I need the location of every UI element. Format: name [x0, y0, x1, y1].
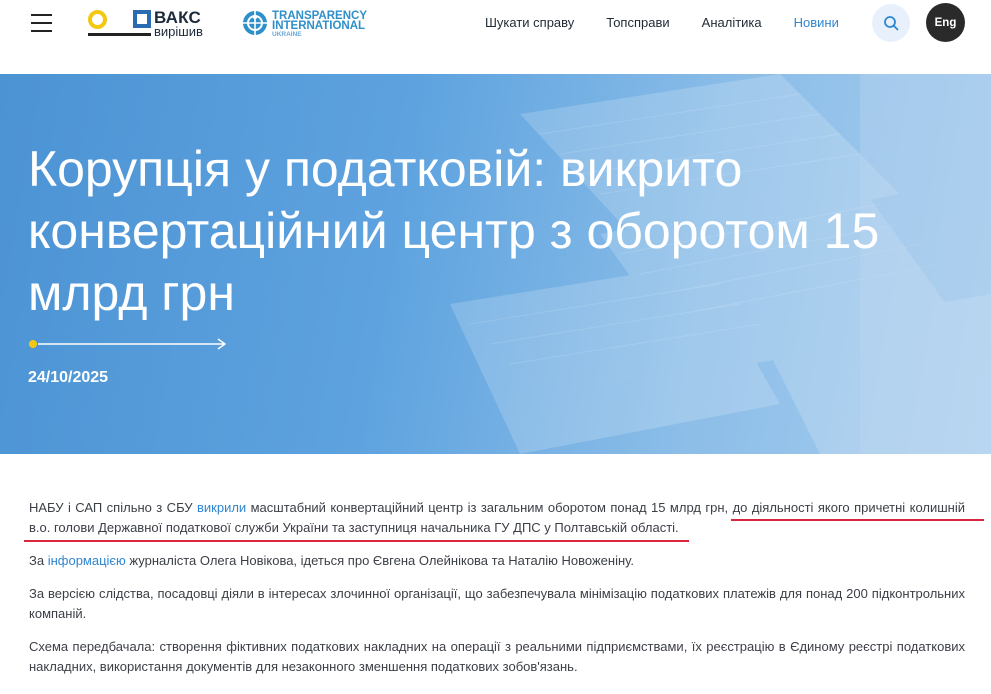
site-header: ВАКС вирішив TRANSPARENCY INTERNATIONAL …: [0, 0, 991, 74]
article-body: НАБУ і САП спільно з СБУ викрили масштаб…: [29, 498, 965, 690]
ti-globe-icon: [243, 11, 267, 35]
exposed-link[interactable]: викрили: [197, 500, 246, 515]
hero-banner: Корупція у податковій: викрито конвертац…: [0, 74, 991, 454]
language-switch-button[interactable]: Eng: [926, 3, 965, 42]
nav-search-case[interactable]: Шукати справу: [485, 15, 574, 33]
article-date: 24/10/2025: [28, 369, 109, 386]
main-nav: Шукати справу Топсправи Аналітика Новини: [485, 15, 871, 33]
decorative-arrow-icon: [29, 338, 227, 350]
red-underline-mark: [24, 540, 689, 542]
hamburger-menu-icon[interactable]: [31, 14, 52, 32]
search-button[interactable]: [872, 4, 910, 42]
nav-top-cases[interactable]: Топсправи: [606, 15, 669, 33]
article-paragraph: За інформацією журналіста Олега Новікова…: [29, 553, 634, 568]
search-icon: [884, 16, 899, 31]
article-paragraph: Схема передбачала: створення фіктивних п…: [29, 639, 965, 674]
red-underline-mark: [731, 519, 984, 521]
logo-square-icon: [133, 10, 151, 28]
nav-news[interactable]: Новини: [794, 15, 839, 33]
article-paragraph: НАБУ і САП спільно з СБУ викрили масштаб…: [29, 500, 966, 535]
vaks-logo-subtitle: вирішив: [154, 24, 203, 39]
logo-ring-icon: [88, 10, 107, 29]
information-link[interactable]: інформацією: [48, 553, 126, 568]
nav-analytics[interactable]: Аналітика: [702, 15, 762, 33]
vaks-logo[interactable]: ВАКС вирішив: [88, 8, 213, 39]
article-paragraph: За версією слідства, посадовці діяли в і…: [29, 586, 965, 621]
article-title: Корупція у податковій: викрито конвертац…: [28, 141, 880, 321]
transparency-international-logo[interactable]: TRANSPARENCY INTERNATIONAL UKRAINE: [242, 10, 367, 40]
